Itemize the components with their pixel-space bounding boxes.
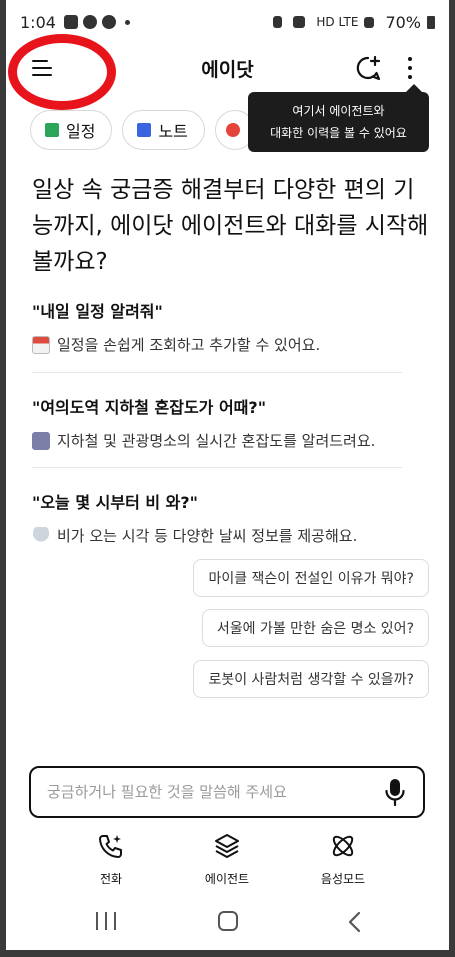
chat-input[interactable] [47,783,383,801]
more-notifications-icon [124,19,130,25]
tab-label: 음성모드 [320,872,366,886]
chip-note[interactable]: 노트 [122,110,205,150]
message-notification-icon [82,15,97,29]
suggestion-item[interactable]: "여의도역 지하철 혼잡도가 어때?" 지하철 및 관광명소의 실시간 혼잡도를… [32,394,404,451]
chip-label: 노트 [158,122,188,141]
note-icon [137,123,152,137]
sim-icon [273,16,283,28]
train-emoji-icon [32,431,50,450]
recents-icon[interactable] [96,912,116,930]
calendar-icon [45,123,59,137]
tab-label: 전화 [99,872,123,886]
welcome-headline: 일상 속 궁금증 해결부터 다양한 편의 기능까지, 에이닷 에이전트와 대화를… [32,177,429,275]
battery-level: 70% [385,12,421,32]
suggestion-desc: 지하철 및 관광명소의 실시간 혼잡도를 알려드려요. [57,432,376,450]
status-right: HD LTE 70% [273,13,435,32]
quick-prompt-button[interactable]: 마이클 잭슨이 전설인 이유가 뭐야? [193,559,429,597]
suggestion-question: "여의도역 지하철 혼잡도가 어때?" [32,398,267,417]
chip-schedule[interactable]: 일정 [30,110,113,150]
battery-icon [427,15,435,29]
atom-icon [332,835,354,857]
suggestion-desc: 비가 오는 시각 등 다양한 날씨 정보를 제공해요. [57,527,358,545]
tab-agent[interactable]: 에이전트 [187,832,267,887]
annotation-circle [8,34,116,110]
quick-prompt-button[interactable]: 로봇이 사람처럼 생각할 수 있을까? [193,660,429,698]
more-vertical-icon[interactable] [398,54,422,82]
back-icon[interactable] [344,910,366,934]
system-nav-bar [6,900,449,944]
home-icon[interactable] [218,911,238,931]
chip-label: 일정 [66,122,96,141]
suggestion-desc-row: 일정을 손쉽게 조회하고 추가할 수 있어요. [32,334,404,355]
chat-plus-icon[interactable] [354,54,382,82]
calendar-emoji-icon [32,335,50,354]
layers-icon [215,834,239,858]
divider [32,372,402,373]
microphone-icon[interactable] [383,777,407,807]
rain-cloud-emoji-icon [32,526,50,545]
suggestion-item[interactable]: "오늘 몇 시부터 비 와?" 비가 오는 시각 등 다양한 날씨 정보를 제공… [32,489,404,546]
record-icon [225,123,240,137]
tooltip-line-2: 대화한 이력을 볼 수 있어요 [270,126,407,140]
suggestion-item[interactable]: "내일 일정 알려줘" 일정을 손쉽게 조회하고 추가할 수 있어요. [32,298,404,355]
history-tooltip: 여기서 에이전트와 대화한 이력을 볼 수 있어요 [248,84,429,152]
tab-label: 에이전트 [204,872,250,886]
suggestion-question: "내일 일정 알려줘" [32,302,163,321]
phone-sparkle-icon [99,835,122,858]
talk-notification-icon [101,15,116,29]
mute-icon [293,16,306,28]
divider [32,467,402,468]
shortcut-chips: 일정 노트 [30,110,255,150]
chat-input-box [29,766,425,818]
signal-icon [364,16,375,28]
app-screen: 1:04 HD LTE 70% 에이닷 일정 노트 여기서 에이전트와 대화한 … [6,0,449,950]
suggestion-desc-row: 비가 오는 시각 등 다양한 날씨 정보를 제공해요. [32,525,404,546]
status-time: 1:04 [20,12,56,32]
tooltip-line-1: 여기서 에이전트와 [292,104,385,118]
tab-voice-mode[interactable]: 음성모드 [303,832,383,887]
suggestion-question: "오늘 몇 시부터 비 와?" [32,493,198,512]
bottom-tab-bar: 전화 에이전트 음성모드 [6,832,449,892]
network-label: HD LTE [316,15,359,29]
gallery-notification-icon [63,15,78,29]
quick-prompt-button[interactable]: 서울에 가볼 만한 숨은 명소 있어? [201,609,429,647]
tab-phone[interactable]: 전화 [71,832,151,887]
suggestion-desc-row: 지하철 및 관광명소의 실시간 혼잡도를 알려드려요. [32,430,404,451]
suggestion-desc: 일정을 손쉽게 조회하고 추가할 수 있어요. [57,336,321,354]
